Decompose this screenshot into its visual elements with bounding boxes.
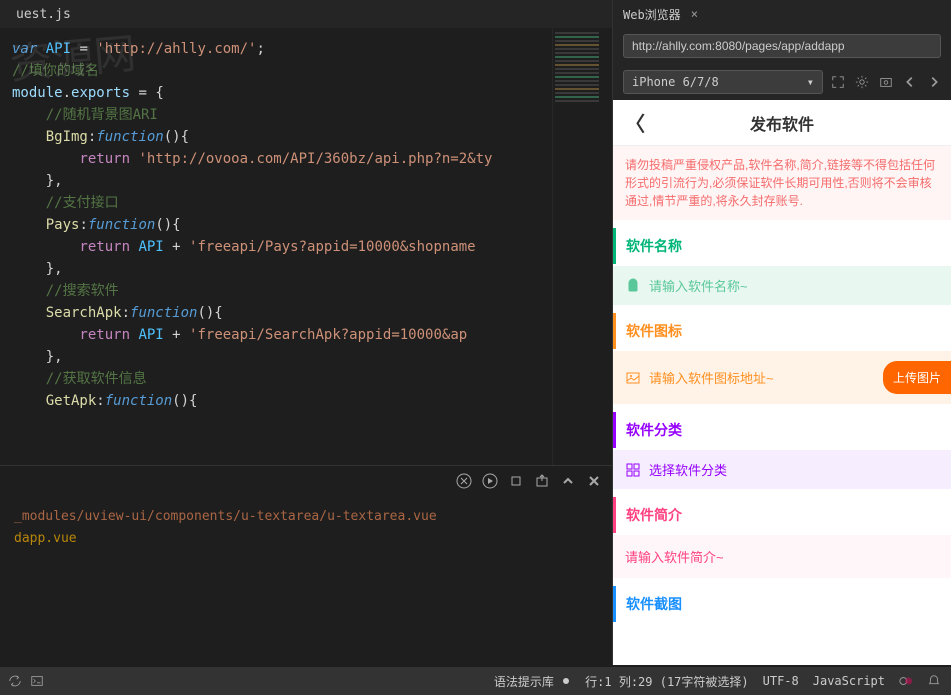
section-title: 软件简介 — [626, 505, 941, 525]
minimap[interactable] — [552, 28, 612, 465]
icon-input-row[interactable]: 请输入软件图标地址~ 上传图片 — [613, 351, 951, 404]
url-bar — [613, 28, 951, 64]
grid-icon — [625, 462, 641, 478]
status-bar: 语法提示库 行:1 列:29 (17字符被选择) UTF-8 JavaScrip… — [0, 667, 951, 695]
sync-icon[interactable] — [8, 674, 22, 688]
preview-icon[interactable] — [899, 674, 913, 688]
device-selector[interactable]: iPhone 6/7/8 ▾ — [623, 70, 823, 94]
export-icon[interactable] — [534, 473, 550, 489]
cursor-position[interactable]: 行:1 列:29 (17字符被选择) — [585, 673, 748, 690]
url-input[interactable] — [623, 34, 941, 58]
section-intro: 软件简介 — [613, 497, 951, 533]
arrow-right-icon[interactable] — [927, 75, 941, 89]
code-content[interactable]: var API = 'http://ahlly.com/';//填你的域名mod… — [0, 28, 552, 465]
category-select[interactable]: 选择软件分类 — [649, 460, 939, 479]
clear-icon[interactable] — [456, 473, 472, 489]
terminal-panel: _modules/uview-ui/components/u-textarea/… — [0, 465, 612, 665]
section-title: 软件名称 — [626, 236, 941, 256]
browser-tab-label[interactable]: Web浏览器 — [623, 6, 681, 23]
back-icon[interactable]: 〈 — [625, 108, 645, 137]
section-title: 软件图标 — [626, 321, 941, 341]
icon-input[interactable]: 请输入软件图标地址~ — [649, 368, 875, 387]
chevron-down-icon: ▾ — [807, 75, 814, 89]
upload-button[interactable]: 上传图片 — [883, 361, 951, 394]
page-header: 〈 发布软件 — [613, 100, 951, 146]
editor-pane: uest.js 资源网 var API = 'http://ahlly.com/… — [0, 0, 612, 665]
browser-tab-bar: Web浏览器 × — [613, 0, 951, 28]
name-input-row[interactable]: 请输入软件名称~ — [613, 266, 951, 305]
category-select-row[interactable]: 选择软件分类 — [613, 450, 951, 489]
section-category: 软件分类 — [613, 412, 951, 448]
terminal-output[interactable]: _modules/uview-ui/components/u-textarea/… — [0, 496, 612, 560]
close-icon[interactable] — [586, 473, 602, 489]
terminal-line: dapp.vue — [14, 528, 598, 550]
screenshot-icon[interactable] — [879, 75, 893, 89]
encoding[interactable]: UTF-8 — [763, 674, 799, 688]
terminal-line: _modules/uview-ui/components/u-textarea/… — [14, 506, 598, 528]
expand-icon[interactable] — [831, 75, 845, 89]
android-icon — [625, 278, 641, 294]
page-title: 发布软件 — [750, 111, 814, 135]
notice-banner: 请勿投稿严重侵权产品,软件名称,简介,链接等不得包括任何形式的引流行为,必须保证… — [613, 146, 951, 220]
close-icon[interactable]: × — [691, 7, 698, 21]
play-icon[interactable] — [482, 473, 498, 489]
section-title: 软件截图 — [626, 594, 941, 614]
arrow-left-icon[interactable] — [903, 75, 917, 89]
terminal-toolbar — [0, 466, 612, 496]
bell-icon[interactable] — [927, 674, 941, 688]
code-editor[interactable]: 资源网 var API = 'http://ahlly.com/';//填你的域… — [0, 28, 612, 465]
browser-pane: Web浏览器 × iPhone 6/7/8 ▾ 〈 发布软件 — [612, 0, 951, 665]
image-icon — [625, 370, 641, 386]
language-mode[interactable]: JavaScript — [813, 674, 885, 688]
syntax-hint[interactable]: 语法提示库 — [494, 673, 571, 690]
stop-icon[interactable] — [508, 473, 524, 489]
device-toolbar: iPhone 6/7/8 ▾ — [613, 64, 951, 100]
intro-textarea[interactable]: 请输入软件简介~ — [613, 535, 951, 578]
terminal-icon[interactable] — [30, 674, 44, 688]
section-title: 软件分类 — [626, 420, 941, 440]
editor-tab[interactable]: uest.js — [8, 3, 79, 26]
chevron-up-icon[interactable] — [560, 473, 576, 489]
section-name: 软件名称 — [613, 228, 951, 264]
editor-tabs: uest.js — [0, 0, 612, 28]
section-screenshot: 软件截图 — [613, 586, 951, 622]
gear-icon[interactable] — [855, 75, 869, 89]
mobile-preview: 〈 发布软件 请勿投稿严重侵权产品,软件名称,简介,链接等不得包括任何形式的引流… — [613, 100, 951, 665]
section-icon: 软件图标 — [613, 313, 951, 349]
name-input[interactable]: 请输入软件名称~ — [649, 276, 939, 295]
